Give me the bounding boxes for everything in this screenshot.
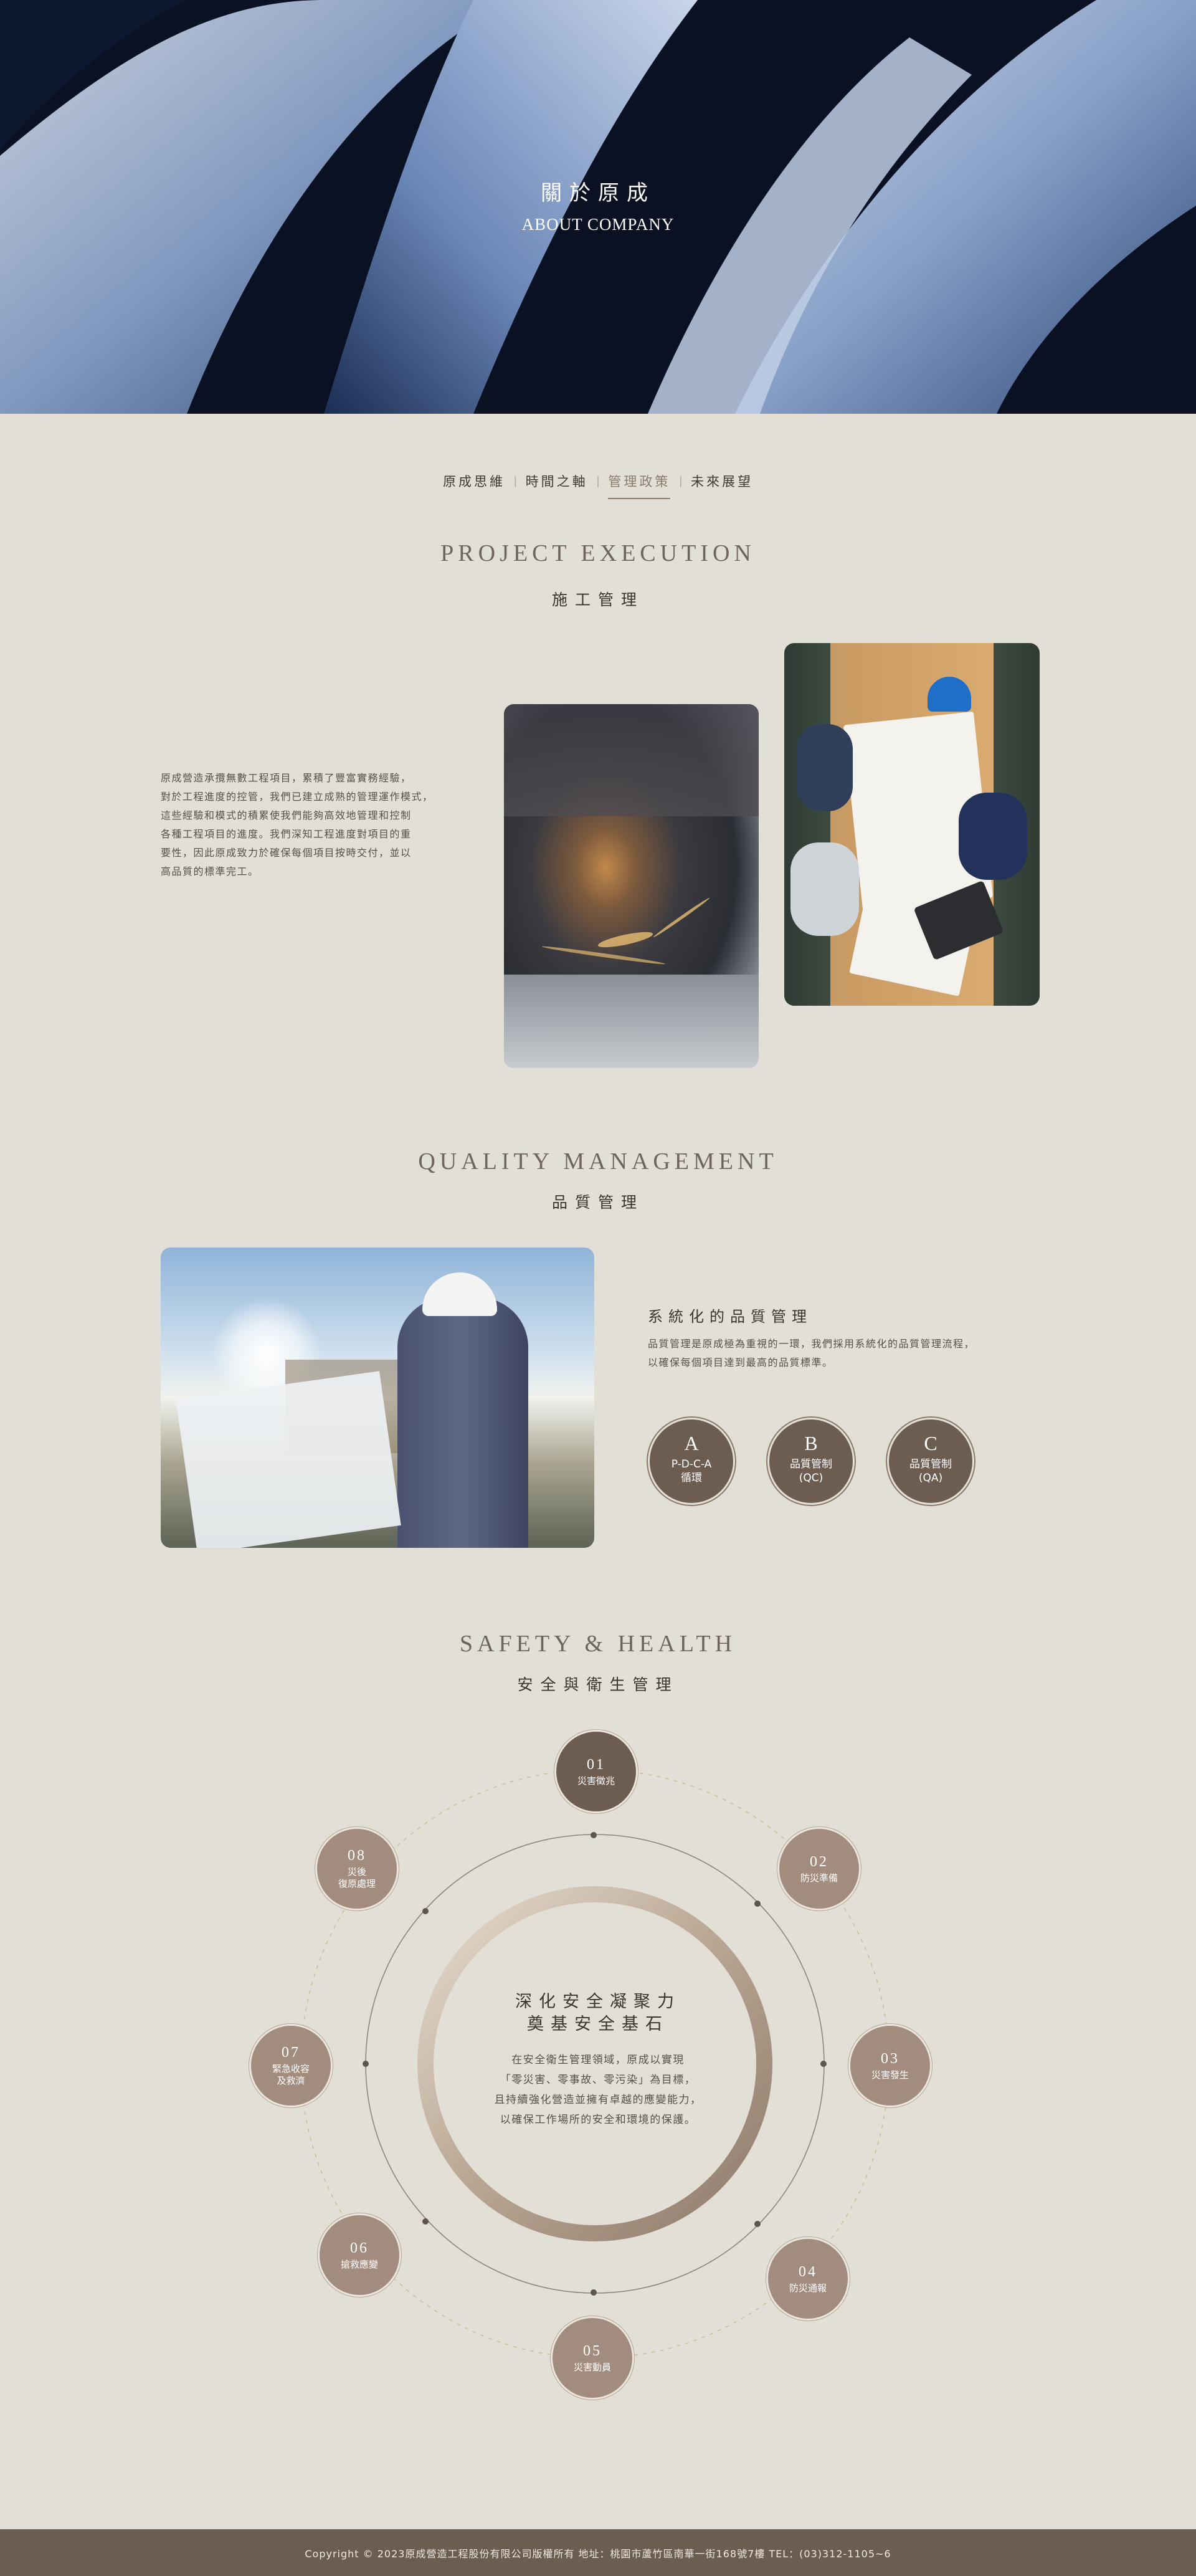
quality-item-label: 品質管制 <box>909 1458 952 1471</box>
project-paragraph-line: 對於工程進度的控管，我們已建立成熟的管理運作模式， <box>161 791 434 803</box>
quality-title-zh: 品質管理 <box>551 1193 644 1211</box>
safety-step-number: 04 <box>799 2263 817 2280</box>
project-paragraph-line: 原成營造承攬無數工程項目，累積了豐富實務經驗， <box>161 772 412 784</box>
quality-item-label: (QC) <box>799 1472 823 1484</box>
safety-step-number: 07 <box>282 2044 300 2061</box>
quality-item-label: (QA) <box>918 1472 943 1484</box>
safety-center-text-line: 「零災害、零事故、零污染」為目標， <box>500 2074 696 2086</box>
safety-center-title: 深化安全凝聚力 奠基安全基石 <box>0 1991 1196 2036</box>
safety-step-label: 災害動員 <box>573 2361 611 2373</box>
tab-management-policy[interactable]: 管理政策 <box>599 472 679 499</box>
safety-step-number: 06 <box>350 2240 369 2256</box>
quality-item-letter: C <box>924 1432 937 1454</box>
safety-step-07[interactable]: 07 緊急收容 及救濟 <box>249 2024 333 2107</box>
quality-item-qa: C 品質管制 (QA) <box>887 1418 974 1505</box>
safety-center-text-line: 以確保工作場所的安全和環境的保護。 <box>500 2114 696 2126</box>
safety-step-number: 01 <box>587 1756 605 1773</box>
tab-future-outlook[interactable]: 未來展望 <box>682 472 762 499</box>
section-tabs: 原成思維 | 時間之軸 | 管理政策 | 未來展望 <box>0 472 1196 499</box>
quality-title-en: QUALITY MANAGEMENT <box>418 1148 778 1175</box>
engineer-reading-plans-photo <box>161 1247 594 1548</box>
safety-step-label: 防災準備 <box>800 1872 838 1884</box>
safety-title-en: SAFETY & HEALTH <box>459 1631 737 1657</box>
quality-item-label: 循環 <box>681 1472 702 1484</box>
quality-item-qc: B 品質管制 (QC) <box>767 1418 855 1505</box>
meeting-blueprint-photo <box>784 643 1040 1006</box>
safety-center-text-line: 且持續強化營造並擁有卓越的應變能力， <box>494 2094 702 2106</box>
safety-step-03[interactable]: 03 災害發生 <box>848 2024 932 2107</box>
safety-step-02[interactable]: 02 防災準備 <box>777 1827 861 1911</box>
safety-center-title-line: 深化安全凝聚力 <box>515 1992 681 2011</box>
quality-subtitle: 系統化的品質管理 <box>648 1308 812 1325</box>
safety-step-label: 緊急收容 及救濟 <box>272 2063 310 2086</box>
safety-step-label: 災害徵兆 <box>577 1775 615 1787</box>
tab-timeline[interactable]: 時間之軸 <box>517 472 597 499</box>
safety-step-number: 03 <box>881 2050 899 2067</box>
safety-step-06[interactable]: 06 搶救應變 <box>318 2213 401 2297</box>
safety-step-number: 02 <box>810 1853 828 1870</box>
safety-center-title-line: 奠基安全基石 <box>527 2015 669 2034</box>
safety-step-label: 災後 復原處理 <box>338 1866 376 1889</box>
hero-title: 關於原成 <box>541 181 655 206</box>
project-paragraph-line: 這些經驗和模式的積累使我們能夠高效地管理和控制 <box>161 809 412 821</box>
safety-step-04[interactable]: 04 防災通報 <box>766 2237 850 2321</box>
safety-step-label: 災害發生 <box>871 2069 909 2081</box>
safety-step-08[interactable]: 08 災後 復原處理 <box>315 1827 399 1911</box>
safety-center-text-line: 在安全衛生管理領域，原成以實現 <box>511 2054 685 2066</box>
quality-paragraph: 品質管理是原成極為重視的一環，我們採用系統化的品質管理流程， 以確保每個項目達到… <box>648 1335 1046 1372</box>
hero-subtitle: ABOUT COMPANY <box>521 215 675 234</box>
quality-paragraph-line: 品質管理是原成極為重視的一環，我們採用系統化的品質管理流程， <box>648 1338 975 1350</box>
safety-step-01[interactable]: 01 災害徵兆 <box>554 1730 638 1813</box>
project-paragraph-line: 各種工程項目的進度。我們深知工程進度對項目的重 <box>161 828 412 840</box>
project-paragraph: 原成營造承攬無數工程項目，累積了豐富實務經驗， 對於工程進度的控管，我們已建立成… <box>161 769 485 881</box>
safety-step-label: 搶救應變 <box>340 2258 378 2270</box>
site-footer: Copyright © 2023原成營造工程股份有限公司版權所有 地址：桃園市蘆… <box>0 2529 1196 2576</box>
safety-center-text: 在安全衛生管理領域，原成以實現 「零災害、零事故、零污染」為目標， 且持續強化營… <box>442 2050 754 2130</box>
hero-architecture-image <box>0 0 1196 414</box>
safety-step-05[interactable]: 05 災害動員 <box>551 2316 634 2400</box>
quality-paragraph-line: 以確保每個項目達到最高的品質標準。 <box>648 1357 833 1368</box>
project-title-zh: 施工管理 <box>551 591 644 609</box>
quality-item-label: P-D-C-A <box>671 1458 712 1471</box>
project-title-en: PROJECT EXECUTION <box>440 540 756 566</box>
quality-item-letter: B <box>804 1432 818 1454</box>
tab-philosophy[interactable]: 原成思維 <box>434 472 514 499</box>
hero-banner: 關於原成 ABOUT COMPANY <box>0 0 1196 414</box>
quality-item-label: 品質管制 <box>790 1458 832 1471</box>
safety-step-number: 08 <box>348 1848 366 1864</box>
quality-item-pdca: A P-D-C-A 循環 <box>648 1418 735 1505</box>
project-paragraph-line: 要性，因此原成致力於確保每個項目按時交付，並以 <box>161 847 412 859</box>
footer-copyright: Copyright © 2023原成營造工程股份有限公司版權所有 地址：桃園市蘆… <box>305 2547 891 2560</box>
safety-step-number: 05 <box>583 2342 602 2359</box>
grinding-worker-photo <box>504 704 759 1068</box>
quality-item-letter: A <box>684 1432 699 1454</box>
project-paragraph-line: 高品質的標準完工。 <box>161 866 259 877</box>
safety-step-label: 防災通報 <box>789 2282 827 2294</box>
